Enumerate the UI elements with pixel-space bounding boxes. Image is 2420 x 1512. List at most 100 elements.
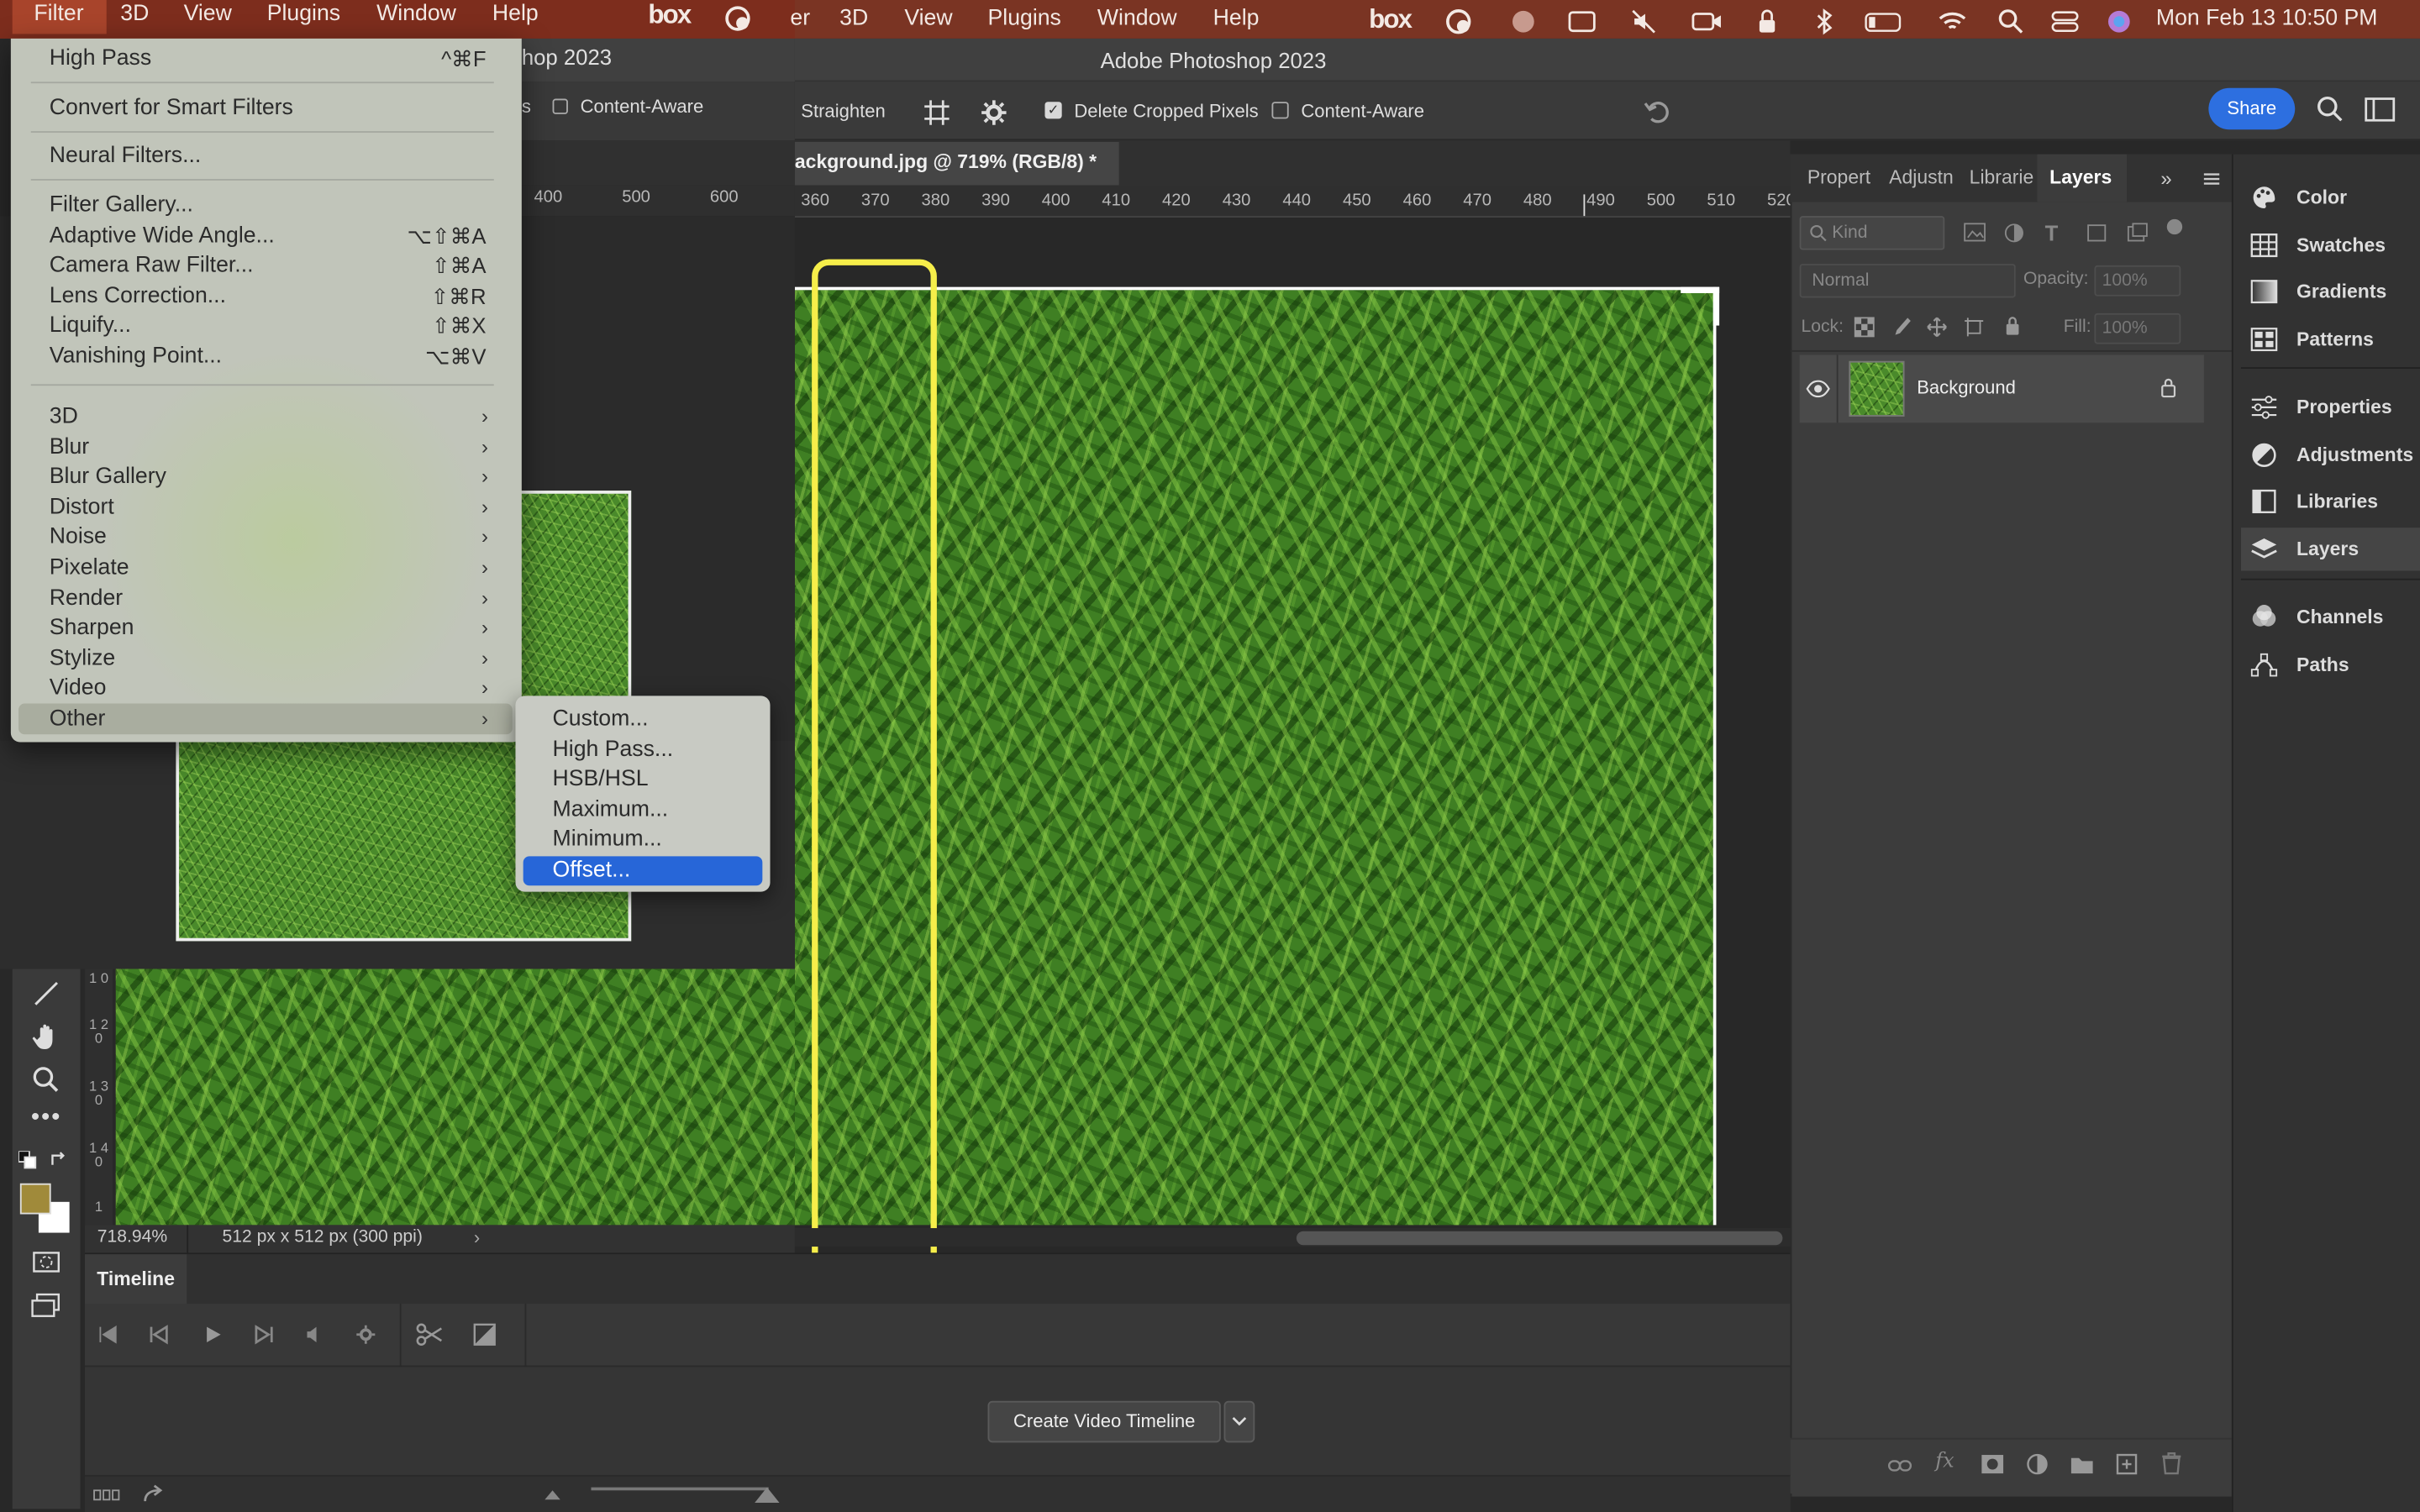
fx-icon[interactable]: fx <box>1935 1451 1954 1474</box>
filter-toggle-icon[interactable] <box>2166 218 2183 235</box>
zoom-level[interactable]: 718.94% <box>97 1228 167 1247</box>
timeline-settings-icon[interactable] <box>355 1324 376 1346</box>
hand-tool-icon[interactable] <box>31 1021 62 1053</box>
transition-icon[interactable] <box>472 1322 497 1347</box>
create-timeline-dropdown[interactable] <box>1223 1400 1255 1443</box>
swap-colors-icon[interactable] <box>50 1151 68 1169</box>
lock-transparent-icon[interactable] <box>1854 317 1876 339</box>
menu-item-3d[interactable]: 3D <box>50 404 78 428</box>
delete-cropped-checkbox[interactable]: ✓ <box>1044 102 1062 119</box>
quick-mask-icon[interactable] <box>29 1247 63 1278</box>
menu-item-liquify[interactable]: Liquify... <box>50 313 131 338</box>
blend-mode-select[interactable]: Normal <box>1799 264 2016 298</box>
lock-pixels-icon[interactable] <box>1892 317 1914 339</box>
zoom-in-mountain-icon[interactable] <box>753 1483 781 1504</box>
menu-window-2[interactable]: Window <box>1097 5 1177 39</box>
dock-libraries[interactable]: Libraries <box>2241 480 2420 522</box>
filter-shape-icon[interactable] <box>2085 222 2109 244</box>
menu-3d[interactable]: 3D <box>120 0 149 34</box>
dock-patterns[interactable]: Patterns <box>2241 318 2420 360</box>
dock-color[interactable]: Color <box>2241 176 2420 218</box>
menu-item-high-pass[interactable]: High Pass <box>50 46 151 71</box>
menu-item-neural-filters[interactable]: Neural Filters... <box>50 144 202 168</box>
gear-icon[interactable] <box>978 97 1009 129</box>
trash-icon[interactable] <box>2160 1452 2182 1475</box>
submenu-item-hsb-hsl[interactable]: HSB/HSL <box>553 767 649 791</box>
opacity-field[interactable]: 100% <box>2094 265 2181 297</box>
grid-overlay-icon[interactable] <box>922 97 953 129</box>
submenu-item-minimum[interactable]: Minimum... <box>553 827 662 851</box>
document-tab[interactable]: ackground.jpg @ 719% (RGB/8) * <box>794 141 1119 186</box>
folder-icon[interactable] <box>2070 1453 2094 1475</box>
filter-pixel-icon[interactable] <box>1963 222 1987 244</box>
screen-mode-icon[interactable] <box>29 1290 63 1321</box>
filter-smart-object-icon[interactable] <box>2125 222 2149 244</box>
screen-icon[interactable] <box>1566 6 1597 37</box>
dock-properties[interactable]: Properties <box>2241 386 2420 428</box>
new-layer-icon[interactable] <box>2114 1453 2139 1475</box>
dock-paths[interactable]: Paths <box>2241 643 2420 686</box>
add-mask-icon[interactable] <box>1981 1453 2005 1475</box>
clock[interactable]: Mon Feb 13 10:50 PM <box>2156 5 2378 39</box>
menu-view[interactable]: View <box>184 0 232 34</box>
dock-gradients[interactable]: Gradients <box>2241 270 2420 312</box>
submenu-item-custom[interactable]: Custom... <box>553 706 649 731</box>
share-button[interactable]: Share <box>2208 87 2296 130</box>
menu-item-adaptive-wide-angle[interactable]: Adaptive Wide Angle... <box>50 223 275 248</box>
menu-item-other[interactable]: Other <box>50 706 106 731</box>
reset-icon[interactable] <box>1640 94 1674 128</box>
dock-channels[interactable]: Channels <box>2241 596 2420 638</box>
panel-expand-icon[interactable]: » <box>2160 166 2171 190</box>
scissors-icon[interactable] <box>415 1322 443 1347</box>
battery-icon[interactable] <box>1863 6 1902 37</box>
menu-help[interactable]: Help <box>492 0 539 34</box>
scrollbar-thumb[interactable] <box>1296 1231 1783 1246</box>
menu-item-lens-correction[interactable]: Lens Correction... <box>50 284 226 308</box>
video-camera-icon[interactable] <box>1690 6 1721 37</box>
layer-lock-icon[interactable] <box>2158 376 2180 398</box>
layer-name[interactable]: Background <box>1917 376 2016 398</box>
menu-help-2[interactable]: Help <box>1213 5 1260 39</box>
menu-item-filter-gallery[interactable]: Filter Gallery... <box>50 193 193 218</box>
foreground-color-swatch[interactable] <box>19 1183 51 1215</box>
submenu-item-maximum[interactable]: Maximum... <box>553 798 669 822</box>
timeline-tab[interactable]: Timeline <box>85 1254 187 1305</box>
menu-3d-2[interactable]: 3D <box>839 5 868 39</box>
content-aware-checkbox[interactable] <box>1271 102 1289 119</box>
menu-window[interactable]: Window <box>376 0 456 34</box>
more-tools-icon[interactable]: ••• <box>31 1105 62 1139</box>
lock-all-icon[interactable] <box>2002 315 2023 337</box>
frames-icon[interactable] <box>92 1484 120 1506</box>
grass-image-left[interactable] <box>115 969 795 1226</box>
menu-item-blur-gallery[interactable]: Blur Gallery <box>50 465 166 489</box>
submenu-item-high-pass[interactable]: High Pass... <box>553 738 674 762</box>
audio-icon[interactable] <box>302 1324 324 1346</box>
dock-layers[interactable]: Layers <box>2241 528 2420 570</box>
wifi-icon[interactable] <box>1937 6 1968 37</box>
filter-type-icon[interactable]: T <box>2045 221 2059 245</box>
lock-artboard-icon[interactable] <box>1963 317 1985 339</box>
lock-icon[interactable] <box>1752 6 1783 37</box>
menu-item-sharpen[interactable]: Sharpen <box>50 616 134 640</box>
adjustment-layer-icon[interactable] <box>2025 1453 2049 1475</box>
layer-kind-filter[interactable]: Kind <box>1799 216 1945 250</box>
menu-view-2[interactable]: View <box>904 5 952 39</box>
timeline-zoom-slider[interactable] <box>591 1487 769 1491</box>
tab-libraries[interactable]: Librarie <box>1970 155 2038 202</box>
next-frame-icon[interactable] <box>253 1324 275 1346</box>
line-tool-icon[interactable] <box>31 978 62 1009</box>
layer-thumbnail[interactable] <box>1849 360 1905 417</box>
search-icon[interactable] <box>1996 6 2027 37</box>
bluetooth-icon[interactable] <box>1809 6 1840 37</box>
first-frame-icon[interactable] <box>97 1324 119 1346</box>
link-layers-icon[interactable] <box>1887 1455 1912 1477</box>
menu-partial-er[interactable]: er <box>790 5 810 39</box>
dock-adjustments[interactable]: Adjustments <box>2241 433 2420 476</box>
control-center-icon[interactable] <box>2049 6 2081 37</box>
siri-icon[interactable] <box>2103 6 2134 37</box>
menu-filter[interactable]: Filter <box>34 0 83 34</box>
menu-item-noise[interactable]: Noise <box>50 524 107 549</box>
panel-menu-icon[interactable] <box>2202 170 2221 188</box>
box-logo-2[interactable]: box <box>1369 5 1413 39</box>
creative-cloud-icon[interactable] <box>723 3 754 34</box>
